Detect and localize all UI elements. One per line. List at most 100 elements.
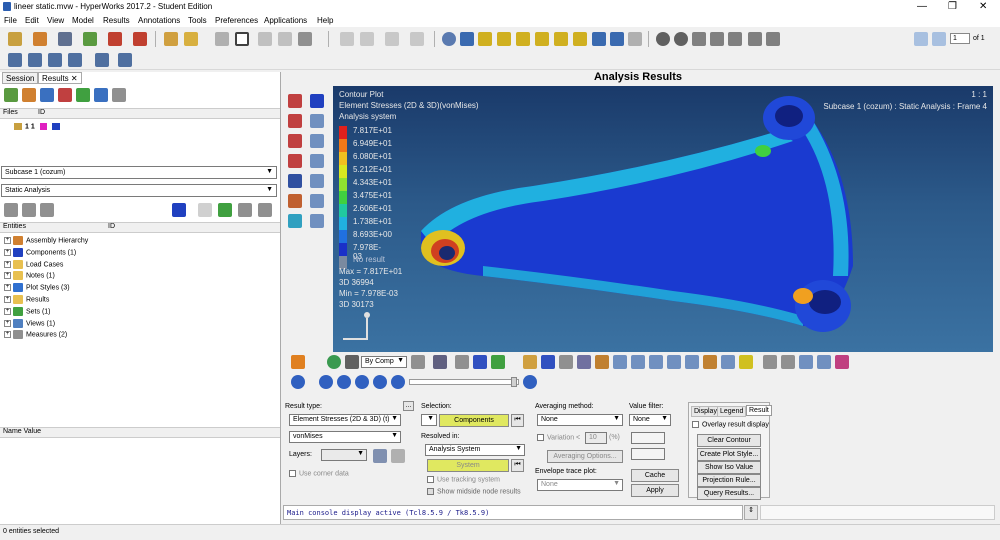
- results-tool-icon-6[interactable]: [310, 134, 324, 148]
- page-6-icon[interactable]: [118, 53, 132, 67]
- tool-icon-7[interactable]: [667, 355, 681, 369]
- rotate-icon[interactable]: [710, 32, 724, 46]
- tab-display[interactable]: Display: [691, 406, 720, 417]
- tree-item-components[interactable]: + Components (1): [4, 248, 76, 259]
- tool-icon-1[interactable]: [559, 355, 573, 369]
- filter-max-input[interactable]: [631, 448, 665, 460]
- page-icon[interactable]: [298, 32, 312, 46]
- result-type-select[interactable]: Element Stresses (2D & 3D) (t) ▼: [289, 414, 401, 426]
- tree-item-views[interactable]: + Views (1): [4, 319, 55, 330]
- menu-annotations[interactable]: Annotations: [138, 16, 180, 25]
- minimize-button[interactable]: —: [917, 1, 927, 12]
- color-by-select[interactable]: By Comp ▼: [361, 356, 407, 368]
- page-5-icon[interactable]: [95, 53, 109, 67]
- tab-legend[interactable]: Legend: [717, 406, 747, 417]
- last-frame-icon[interactable]: [391, 375, 405, 389]
- slider-handle[interactable]: [511, 377, 517, 387]
- create-plot-style-button[interactable]: Create Plot Style...: [697, 448, 761, 461]
- averaging-options-button[interactable]: Averaging Options...: [547, 450, 623, 463]
- tab-result[interactable]: Result: [746, 405, 772, 416]
- filter-min-input[interactable]: [631, 432, 665, 444]
- results-toolbar-icon-5[interactable]: [76, 88, 90, 102]
- play-icon[interactable]: [355, 375, 369, 389]
- legend-icon[interactable]: [541, 355, 555, 369]
- contour-icon[interactable]: [291, 355, 305, 369]
- results-tool-icon-2[interactable]: [310, 94, 324, 108]
- tool-icon-6[interactable]: [649, 355, 663, 369]
- projection-rule-button[interactable]: Projection Rule...: [697, 474, 761, 487]
- component-select[interactable]: vonMises ▼: [289, 431, 401, 443]
- menu-results[interactable]: Results: [103, 16, 130, 25]
- isolate-icon[interactable]: [218, 203, 232, 217]
- selection-type-select[interactable]: ▼: [421, 414, 437, 426]
- menu-file[interactable]: File: [4, 16, 17, 25]
- view-left-icon[interactable]: [516, 32, 530, 46]
- frame-icon[interactable]: [235, 32, 249, 46]
- variation-checkbox[interactable]: Variation <: [537, 434, 580, 441]
- view-right-icon[interactable]: [535, 32, 549, 46]
- tool-icon-13[interactable]: [781, 355, 795, 369]
- results-tool-icon-10[interactable]: [310, 174, 324, 188]
- open-model-icon[interactable]: [8, 32, 22, 46]
- shaded-icon[interactable]: [433, 355, 447, 369]
- tree-item-plotstyles[interactable]: + Plot Styles (3): [4, 283, 70, 294]
- feature-icon[interactable]: [473, 355, 487, 369]
- resolved-select[interactable]: Analysis System ▼: [425, 444, 525, 456]
- next-frame-icon[interactable]: [373, 375, 387, 389]
- maximize-button[interactable]: ❐: [948, 1, 957, 12]
- tool-icon-2[interactable]: [577, 355, 591, 369]
- zoom-out-icon[interactable]: [674, 32, 688, 46]
- tree-item-measures[interactable]: + Measures (2): [4, 330, 67, 341]
- spin-icon[interactable]: [748, 32, 762, 46]
- page-number-input[interactable]: 1: [950, 33, 970, 44]
- import-icon[interactable]: [83, 32, 97, 46]
- result-type-browse-button[interactable]: ...: [403, 401, 414, 411]
- cache-button[interactable]: Cache: [631, 469, 679, 482]
- overlay-checkbox[interactable]: Overlay result display: [692, 421, 769, 428]
- results-tool-icon-4[interactable]: [310, 114, 324, 128]
- first-frame-icon[interactable]: [319, 375, 333, 389]
- view-options-icon[interactable]: [628, 32, 642, 46]
- tool-icon-14[interactable]: [799, 355, 813, 369]
- show-iso-button[interactable]: Show Iso Value: [697, 461, 761, 474]
- display-icon[interactable]: [172, 203, 186, 217]
- copy-icon[interactable]: [360, 32, 374, 46]
- show-icon[interactable]: [238, 203, 252, 217]
- tab-session[interactable]: Session: [2, 72, 39, 84]
- previous-view-icon[interactable]: [460, 32, 474, 46]
- system-button[interactable]: System: [427, 459, 509, 472]
- print-icon[interactable]: [133, 32, 147, 46]
- window-icon[interactable]: [278, 32, 292, 46]
- close-button[interactable]: ✕: [979, 1, 987, 12]
- results-toolbar-icon-4[interactable]: [58, 88, 72, 102]
- tree-item-assembly[interactable]: + Assembly Hierarchy: [4, 236, 88, 247]
- pan-icon[interactable]: [692, 32, 706, 46]
- layer-settings-icon[interactable]: [391, 449, 405, 463]
- tool-icon-12[interactable]: [763, 355, 777, 369]
- capture-icon[interactable]: [215, 32, 229, 46]
- results-tool-icon-3[interactable]: [288, 114, 302, 128]
- tool-icon-5[interactable]: [631, 355, 645, 369]
- results-tool-icon-7[interactable]: [288, 154, 302, 168]
- page-1-icon[interactable]: [8, 53, 22, 67]
- cut-icon[interactable]: [340, 32, 354, 46]
- file-row[interactable]: 1 1: [14, 123, 60, 130]
- save-icon[interactable]: [58, 32, 72, 46]
- value-filter-select[interactable]: None ▼: [629, 414, 671, 426]
- console-scroll[interactable]: ⇕: [744, 505, 758, 520]
- page-2-icon[interactable]: [28, 53, 42, 67]
- menu-view[interactable]: View: [47, 16, 64, 25]
- view-top-icon[interactable]: [554, 32, 568, 46]
- zoom-icon[interactable]: [442, 32, 456, 46]
- paste-icon[interactable]: [385, 32, 399, 46]
- view-bottom-icon[interactable]: [573, 32, 587, 46]
- results-tool-icon-1[interactable]: [288, 94, 302, 108]
- previous-frame-icon[interactable]: [337, 375, 351, 389]
- results-tool-icon-8[interactable]: [310, 154, 324, 168]
- hide-icon[interactable]: [258, 203, 272, 217]
- tool-icon-16[interactable]: [835, 355, 849, 369]
- tree-item-loadcases[interactable]: + Load Cases: [4, 260, 63, 271]
- envelope-select[interactable]: None ▼: [537, 479, 623, 491]
- results-tool-icon-14[interactable]: [310, 214, 324, 228]
- folder-icon[interactable]: [184, 32, 198, 46]
